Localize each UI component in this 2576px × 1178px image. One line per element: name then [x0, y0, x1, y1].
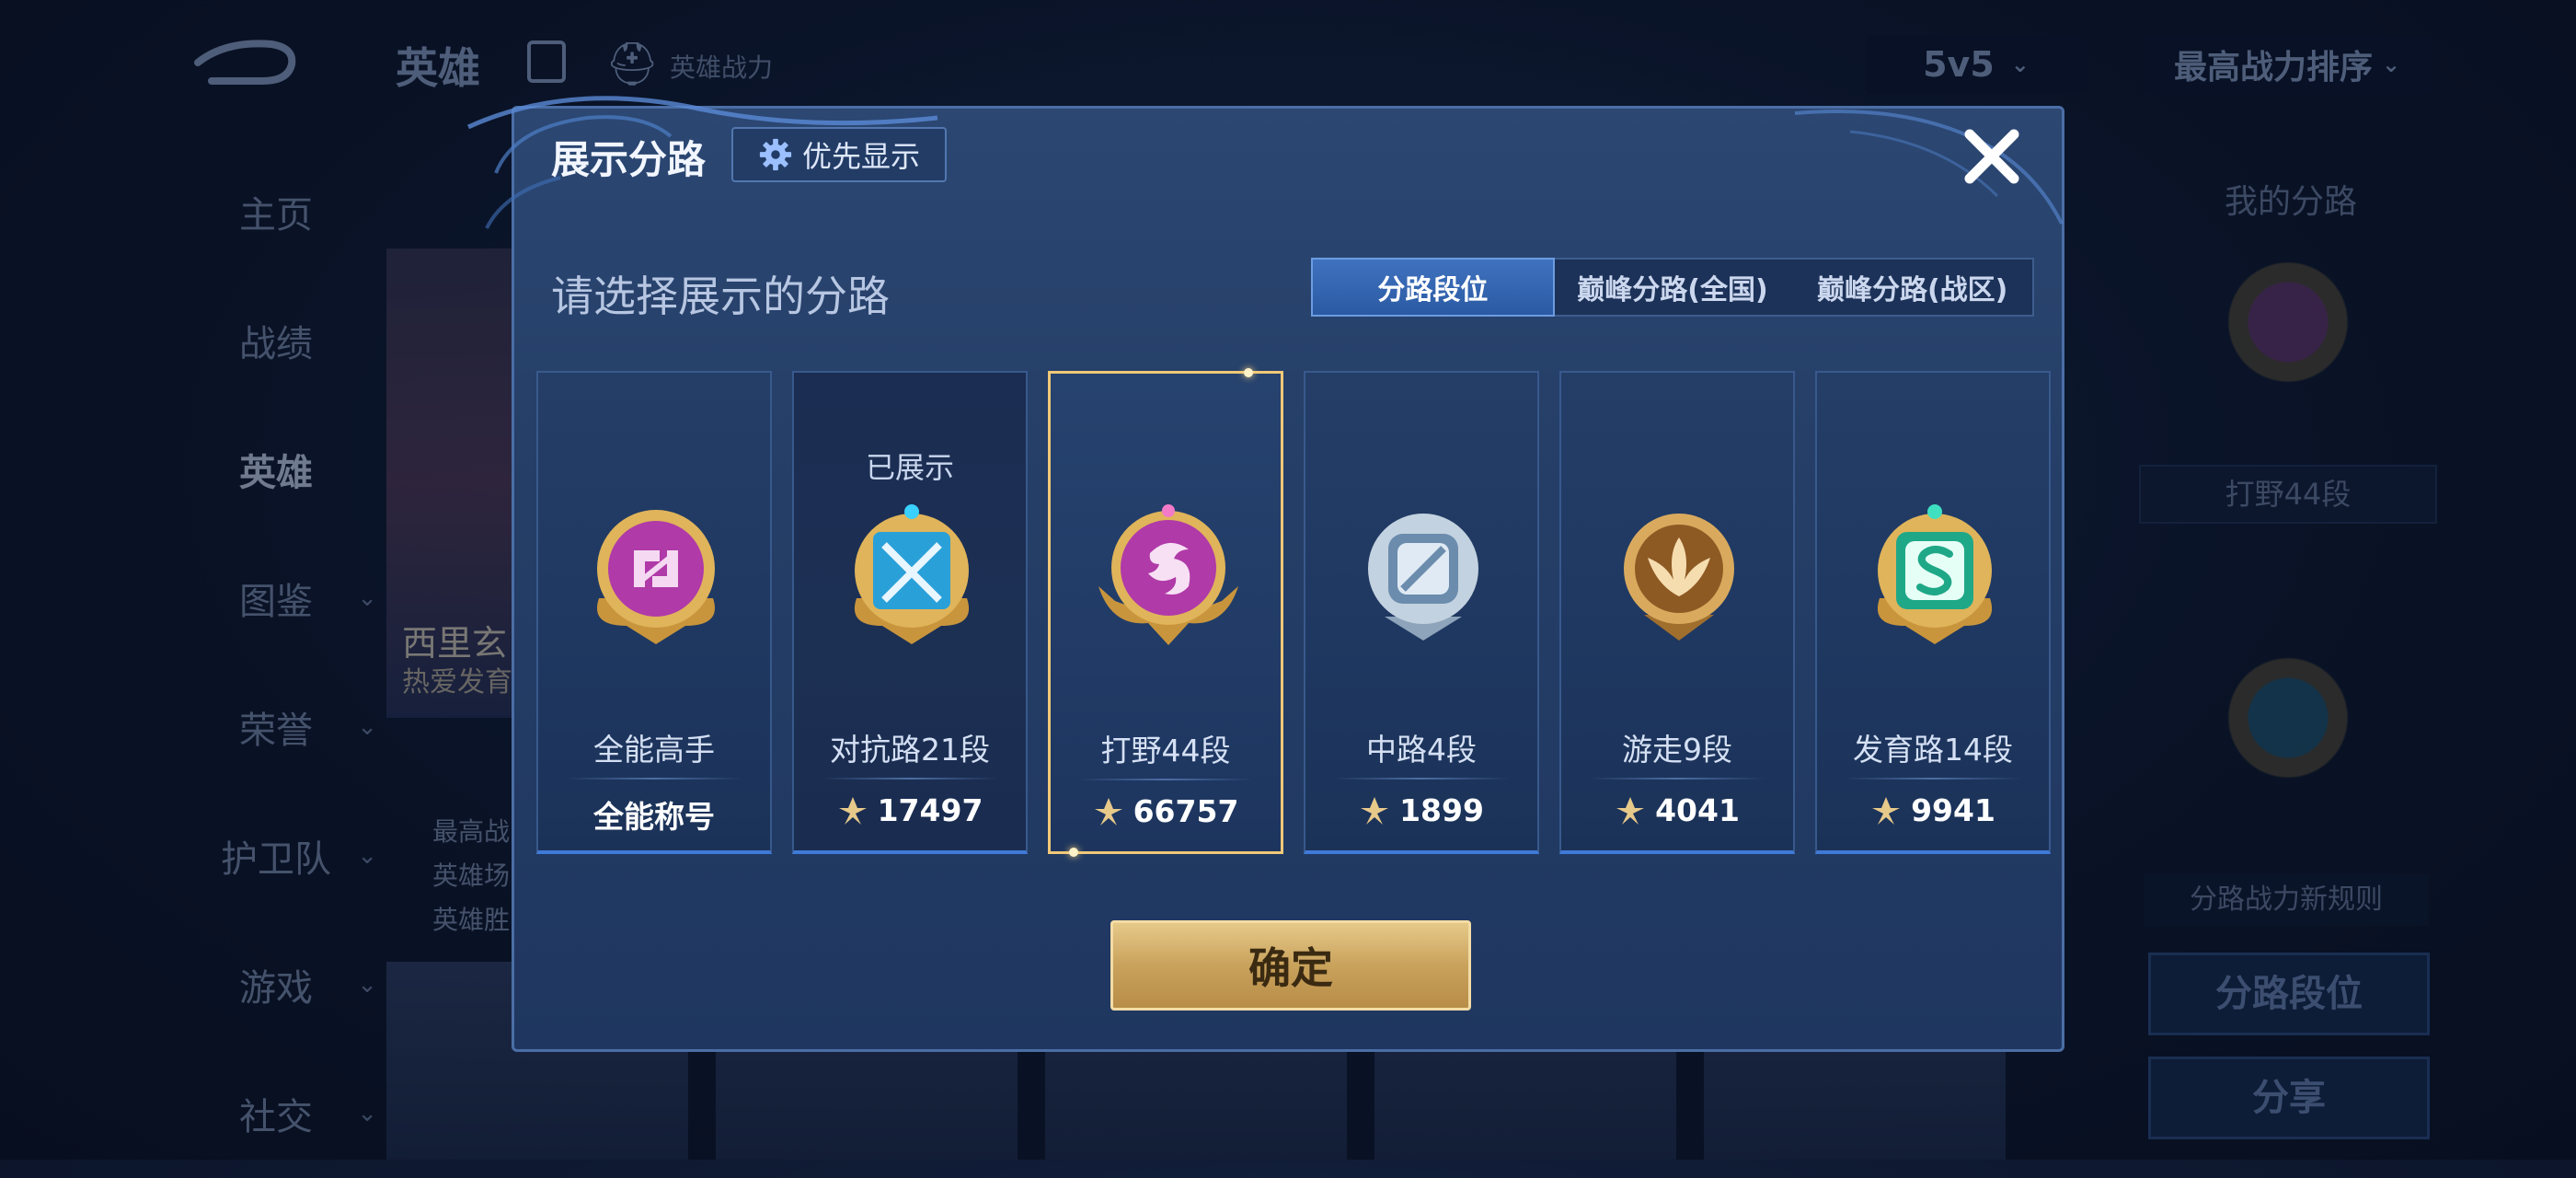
lane-card-jungle[interactable]: 打野44段 66757	[1048, 368, 1283, 857]
priority-display-label: 优先显示	[801, 139, 920, 174]
lane-card-mid-lane[interactable]: 中路4段 1899	[1304, 371, 1539, 854]
farm-lane-badge-icon	[1877, 504, 1993, 644]
lane-score: 9941	[1817, 792, 2049, 828]
divider	[1589, 778, 1765, 780]
lane-score: 全能称号	[538, 792, 770, 837]
lane-score-value: 9941	[1911, 792, 1995, 828]
dialog-ornament	[1795, 110, 2064, 225]
power-icon	[1616, 796, 1645, 825]
lane-card-clash-lane[interactable]: 已展示 对抗路21段 17497	[792, 371, 1028, 854]
divider	[1078, 779, 1253, 780]
close-icon[interactable]	[1959, 123, 2025, 190]
dialog-ornament	[466, 96, 938, 229]
selection-corner-dot	[1069, 848, 1078, 857]
power-icon	[1872, 796, 1901, 825]
lane-name: 全能高手	[593, 732, 715, 768]
priority-display-button[interactable]: 优先显示	[731, 127, 947, 182]
all-round-badge-icon	[597, 510, 715, 644]
confirm-button[interactable]: 确定	[1110, 920, 1471, 1011]
gear-icon	[759, 138, 792, 171]
selection-corner-dot	[1244, 368, 1253, 377]
lane-card-list: 全能高手 全能称号 已展示 对抗路21段 17497 打野44段 66757 中…	[536, 368, 2051, 857]
lane-score-value: 4041	[1655, 792, 1740, 828]
lane-score: 66757	[1051, 793, 1281, 829]
roam-badge-icon	[1624, 514, 1734, 641]
lane-name: 打野44段	[1100, 733, 1231, 768]
dialog-subtitle: 请选择展示的分路	[551, 271, 890, 321]
divider	[1845, 778, 2021, 780]
tab-peak-lane-national[interactable]: 巅峰分路(全国)	[1553, 260, 1793, 315]
divider	[566, 778, 742, 780]
power-icon	[1361, 796, 1389, 825]
lane-score-value: 17497	[877, 792, 983, 828]
lane-name: 发育路14段	[1853, 732, 2013, 768]
jungle-badge-icon	[1098, 504, 1238, 645]
power-icon	[838, 796, 867, 825]
lane-score-value: 1899	[1399, 792, 1484, 828]
clash-lane-badge-icon	[854, 504, 970, 644]
lane-score-value: 全能称号	[593, 799, 715, 835]
lane-score: 17497	[794, 792, 1026, 828]
mid-lane-badge-icon	[1368, 514, 1478, 641]
tab-lane-rank[interactable]: 分路段位	[1311, 258, 1555, 317]
divider	[822, 778, 998, 780]
lane-name: 游走9段	[1622, 732, 1732, 768]
lane-name: 对抗路21段	[830, 732, 990, 768]
power-icon	[1094, 797, 1122, 826]
lane-score-value: 66757	[1133, 793, 1239, 829]
displayed-tag: 已展示	[865, 450, 954, 485]
lane-card-roam[interactable]: 游走9段 4041	[1559, 371, 1795, 854]
divider	[1333, 778, 1510, 780]
lane-display-dialog: 展示分路 优先显示 请选择展示的分路 分路段位 巅峰分路(全国) 巅峰分路(战区…	[466, 96, 2064, 1052]
lane-name: 中路4段	[1366, 732, 1477, 768]
lane-score: 1899	[1305, 792, 1537, 828]
lane-type-tabs: 分路段位 巅峰分路(全国) 巅峰分路(战区)	[1311, 258, 2034, 317]
lane-card-all-round[interactable]: 全能高手 全能称号	[536, 371, 772, 854]
lane-score: 4041	[1561, 792, 1793, 828]
tab-peak-lane-region[interactable]: 巅峰分路(战区)	[1792, 260, 2032, 315]
dialog-title: 展示分路	[551, 137, 707, 182]
lane-card-farm-lane[interactable]: 发育路14段 9941	[1815, 371, 2051, 854]
